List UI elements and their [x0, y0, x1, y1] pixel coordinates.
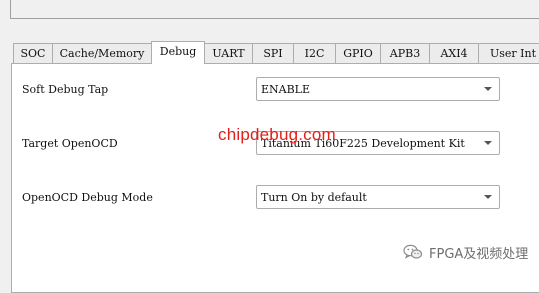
- openocd-debug-mode-select[interactable]: Turn On by default: [256, 185, 500, 209]
- target-openocd-label: Target OpenOCD: [22, 137, 118, 150]
- chevron-down-icon: [484, 87, 492, 91]
- tab-i2c[interactable]: I2C: [293, 43, 336, 63]
- openocd-debug-mode-label: OpenOCD Debug Mode: [22, 191, 153, 204]
- openocd-debug-mode-value: Turn On by default: [261, 191, 367, 204]
- tab-bar: SOC Cache/Memory Debug UART SPI I2C GPIO…: [13, 41, 539, 64]
- wechat-logo-icon: [403, 244, 423, 259]
- soft-debug-tap-label: Soft Debug Tap: [22, 83, 109, 96]
- tab-spi[interactable]: SPI: [252, 43, 294, 63]
- tab-apb3[interactable]: APB3: [380, 43, 430, 63]
- tab-user-int[interactable]: User Int: [478, 43, 539, 63]
- chevron-down-icon: [484, 195, 492, 199]
- tab-gpio[interactable]: GPIO: [335, 43, 381, 63]
- window-top-strip: [0, 0, 539, 36]
- tab-axi4[interactable]: AXI4: [429, 43, 479, 63]
- chevron-down-icon: [484, 141, 492, 145]
- tab-soc[interactable]: SOC: [13, 43, 53, 63]
- top-divider: [10, 0, 539, 19]
- tab-uart[interactable]: UART: [204, 43, 253, 63]
- wechat-watermark: FPGA及视频处理: [403, 242, 528, 262]
- tab-debug[interactable]: Debug: [151, 41, 205, 64]
- watermark-site: chipdebug.com: [218, 125, 336, 144]
- soft-debug-tap-value: ENABLE: [261, 83, 311, 96]
- top-corner-line: [10, 0, 11, 18]
- soft-debug-tap-select[interactable]: ENABLE: [256, 77, 500, 101]
- tab-cache-memory[interactable]: Cache/Memory: [52, 43, 152, 63]
- wechat-account-name: FPGA及视频处理: [429, 246, 529, 262]
